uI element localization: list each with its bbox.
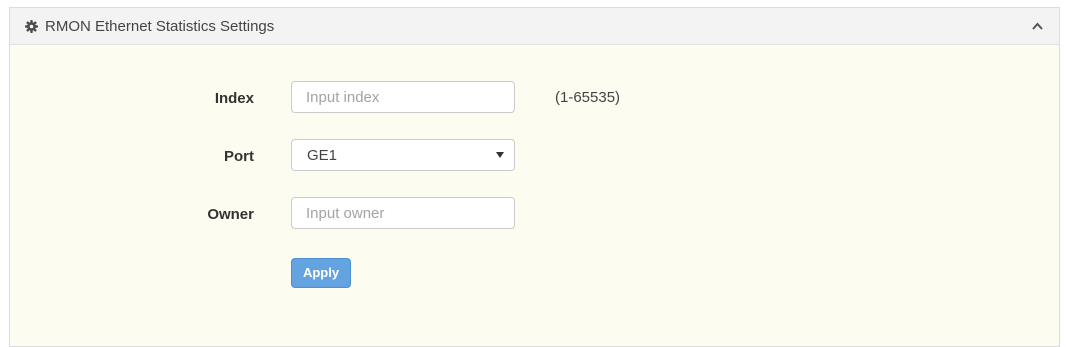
index-input[interactable] [291,81,515,113]
port-select-value: GE1 [307,147,338,164]
owner-label: Owner [207,206,254,223]
panel-header[interactable]: RMON Ethernet Statistics Settings [10,8,1059,45]
caret-down-icon [496,152,504,158]
port-label: Port [224,148,254,165]
chevron-up-icon[interactable] [1032,22,1043,30]
rmon-settings-panel: RMON Ethernet Statistics Settings Index … [9,7,1060,347]
owner-input[interactable] [291,197,515,229]
index-range-hint: (1-65535) [555,89,621,106]
gear-icon [25,20,38,33]
index-label: Index [214,90,254,107]
apply-button[interactable]: Apply [291,258,351,288]
port-select[interactable]: GE1 [291,139,515,171]
panel-title: RMON Ethernet Statistics Settings [45,18,275,35]
